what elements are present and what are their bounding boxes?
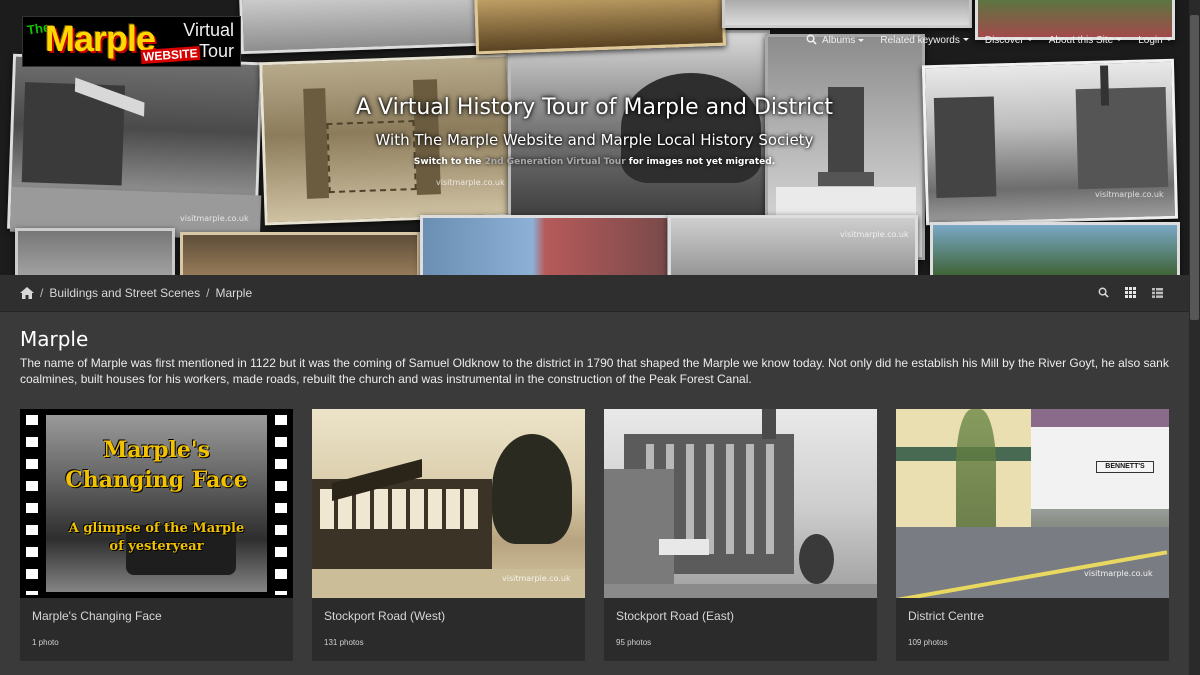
shop-sign: BENNETT'S (1096, 461, 1154, 473)
collage-photo-bottom-sepia (180, 232, 420, 275)
top-nav: Albums Related keywords Discover About t… (806, 34, 1172, 46)
album-photo-count: 131 photos (324, 638, 364, 647)
album-thumbnail[interactable]: BENNETT'S visitmarple.co.uk (896, 409, 1169, 598)
caret-down-icon (1165, 38, 1172, 42)
album-thumbnail[interactable] (604, 409, 877, 598)
caret-down-icon (962, 38, 969, 42)
list-view-icon[interactable] (1152, 287, 1163, 298)
nav-albums[interactable]: Albums (806, 34, 865, 46)
scrollbar-thumb[interactable] (1190, 15, 1199, 320)
caret-down-icon (858, 38, 865, 42)
album-grid: Marple's Changing Face A glimpse of the … (20, 409, 1169, 661)
breadcrumb-separator: / (40, 286, 44, 300)
grid-view-icon[interactable] (1125, 287, 1136, 298)
collage-photo-bottom-people (15, 228, 175, 275)
album-thumbnail[interactable]: Marple's Changing Face A glimpse of the … (20, 409, 293, 598)
hero-title: A Virtual History Tour of Marple and Dis… (355, 95, 834, 120)
breadcrumb-current: Marple (215, 286, 253, 300)
album-name[interactable]: Stockport Road (West) (312, 598, 585, 623)
hero-switch-note: Switch to the 2nd Generation Virtual Tou… (413, 157, 776, 167)
page-scrollbar[interactable] (1189, 0, 1200, 675)
nav-discover[interactable]: Discover (985, 35, 1033, 46)
nav-related-keywords[interactable]: Related keywords (880, 35, 969, 46)
album-photo-count: 95 photos (616, 638, 652, 647)
home-icon[interactable] (20, 287, 34, 299)
thumb-title-line1: Marple's (102, 437, 211, 463)
album-name[interactable]: District Centre (896, 598, 1169, 623)
film-strip-holes-right (275, 415, 287, 595)
watermark: visitmarple.co.uk (1095, 190, 1164, 199)
second-generation-tour-link[interactable]: 2nd Generation Virtual Tour (484, 157, 625, 167)
album-name[interactable]: Marple's Changing Face (20, 598, 293, 623)
hero-banner: visitmarple.co.uk visitmarple.co.uk visi… (0, 0, 1189, 275)
album-card[interactable]: visitmarple.co.uk Stockport Road (West) … (312, 409, 585, 661)
breadcrumb-buildings[interactable]: Buildings and Street Scenes (49, 286, 200, 300)
collage-photo-bottom-blue (930, 222, 1180, 275)
nav-about[interactable]: About this Site (1049, 35, 1123, 46)
album-card[interactable]: BENNETT'S visitmarple.co.uk District Cen… (896, 409, 1169, 661)
page-title: Marple (20, 327, 89, 351)
logo-virtual-tour: Virtual Tour (183, 20, 234, 61)
caret-down-icon (1026, 38, 1033, 42)
site-logo[interactable]: The Marple WEBSITE Virtual Tour (22, 16, 241, 67)
view-tools (1098, 287, 1163, 298)
album-card[interactable]: Marple's Changing Face A glimpse of the … (20, 409, 293, 661)
watermark: visitmarple.co.uk (1084, 569, 1153, 578)
album-name[interactable]: Stockport Road (East) (604, 598, 877, 623)
collage-photo-top-right (722, 0, 972, 28)
hero-subtitle: With The Marple Website and Marple Local… (375, 131, 814, 149)
search-icon[interactable] (1098, 287, 1109, 298)
album-photo-count: 109 photos (908, 638, 948, 647)
watermark: visitmarple.co.uk (840, 230, 909, 239)
album-description: The name of Marple was first mentioned i… (20, 356, 1169, 386)
thumb-subtitle-line2: of yesteryear (109, 539, 204, 554)
watermark: visitmarple.co.uk (502, 574, 571, 583)
thumb-title-line2: Changing Face (65, 467, 248, 493)
logo-marple: Marple (45, 18, 156, 59)
thumb-subtitle-line1: A glimpse of the Marple (68, 521, 245, 536)
breadcrumb-separator: / (206, 286, 210, 300)
caret-down-icon (1116, 38, 1123, 42)
album-thumbnail[interactable]: visitmarple.co.uk (312, 409, 585, 598)
watermark: visitmarple.co.uk (436, 178, 505, 187)
collage-photo-top-sepia (473, 0, 727, 55)
collage-photo-bottom-building (668, 215, 918, 275)
collage-photo-trees (508, 30, 770, 220)
collage-photo-top-left (239, 0, 481, 55)
album-header: Marple The name of Marple was first ment… (20, 312, 1170, 387)
album-card[interactable]: Stockport Road (East) 95 photos (604, 409, 877, 661)
breadcrumb: / Buildings and Street Scenes / Marple (0, 275, 1189, 312)
collage-photo-bottom-house (420, 215, 670, 275)
search-icon (806, 34, 817, 45)
album-photo-count: 1 photo (32, 638, 59, 647)
film-frame: Marple's Changing Face A glimpse of the … (46, 415, 267, 592)
nav-login[interactable]: Login (1138, 35, 1172, 46)
watermark: visitmarple.co.uk (180, 214, 249, 223)
film-strip-holes-left (26, 415, 38, 595)
